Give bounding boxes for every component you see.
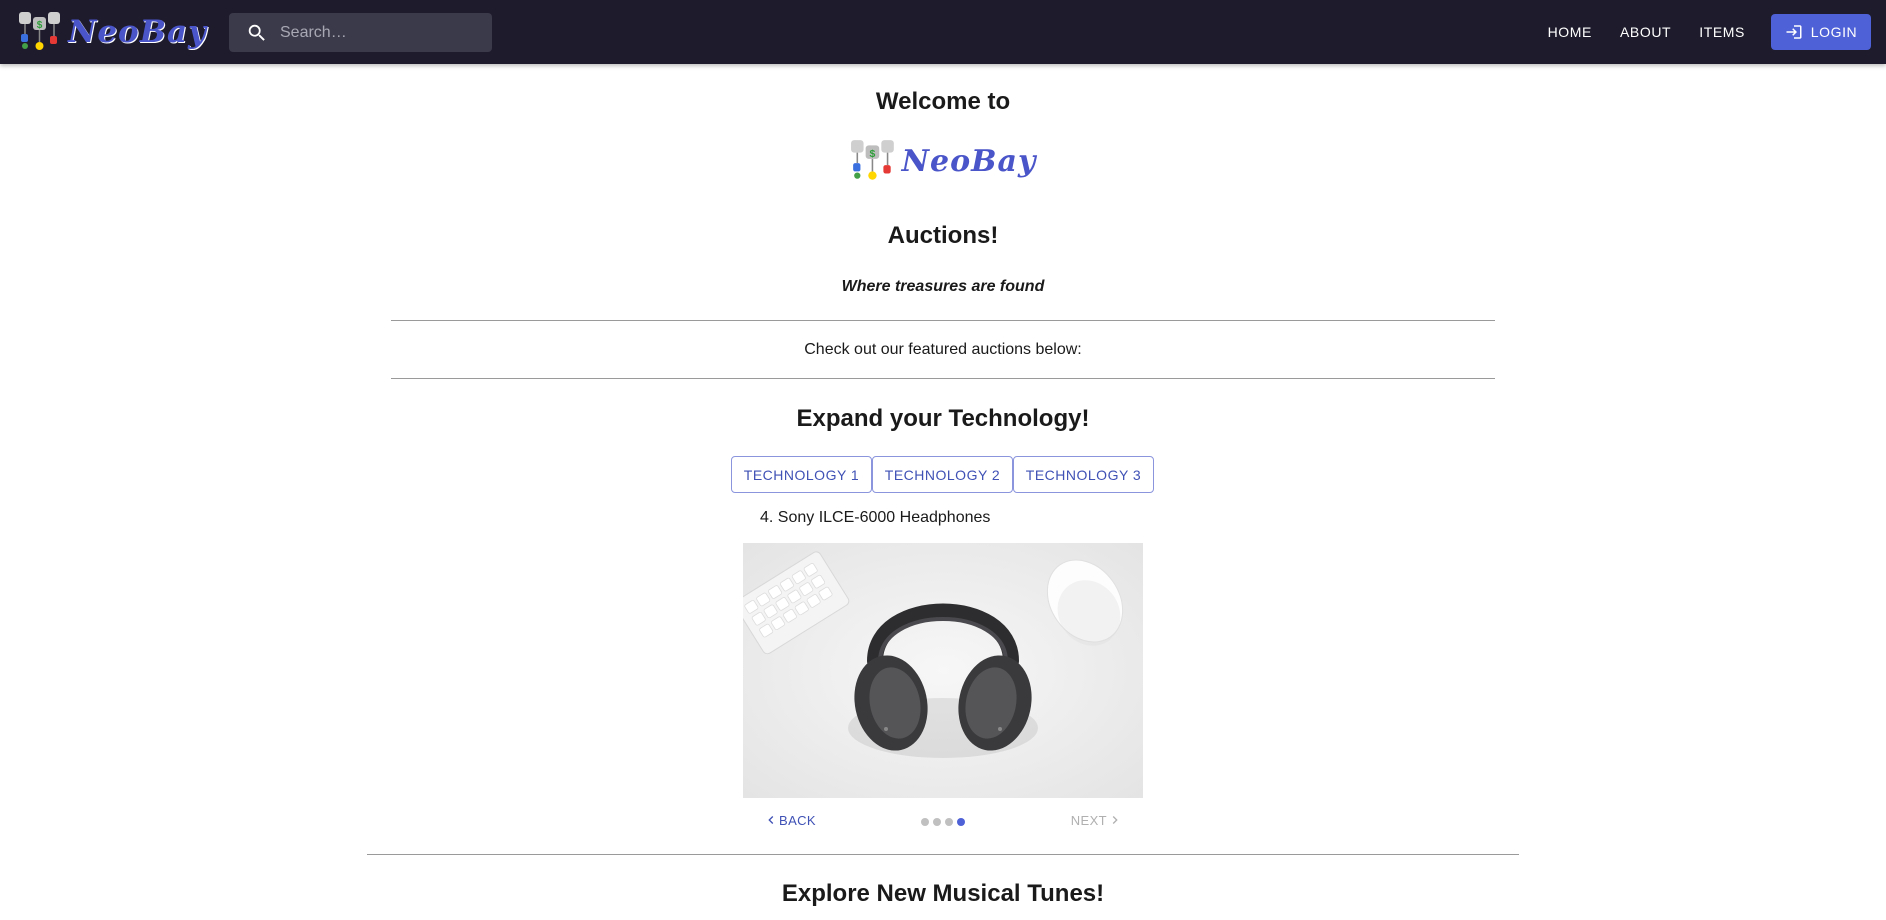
divider-top: [391, 320, 1495, 321]
logo-graphic: $: [19, 12, 60, 50]
app-bar: $ NeoBay HOME ABOUT ITEMS LOGIN: [0, 0, 1886, 64]
step-dot: [945, 818, 953, 826]
hero-wordmark: NeoBay: [901, 143, 1037, 179]
svg-text:$: $: [37, 20, 43, 31]
hero-logo: $ NeoBay: [0, 138, 1886, 184]
carousel-stepper: BACK NEXT: [743, 812, 1143, 832]
technology-tabs: TECHNOLOGY 1 TECHNOLOGY 2 TECHNOLOGY 3: [731, 456, 1154, 493]
step-dot-active: [957, 818, 965, 826]
tab-technology-1[interactable]: TECHNOLOGY 1: [731, 456, 872, 493]
tagline: Where treasures are found: [841, 278, 1045, 295]
featured-text: Check out our featured auctions below:: [804, 341, 1082, 358]
headphones-photo: [743, 543, 1143, 798]
brand-logo[interactable]: $ NeoBay: [18, 7, 207, 57]
search-input[interactable]: [278, 22, 482, 43]
back-button[interactable]: BACK: [763, 812, 816, 828]
svg-text:$: $: [869, 149, 875, 160]
next-label: NEXT: [1070, 812, 1107, 828]
chevron-left-icon: [768, 816, 774, 824]
tab-technology-2[interactable]: TECHNOLOGY 2: [872, 456, 1013, 493]
step-dot: [921, 818, 929, 826]
step-dot: [933, 818, 941, 826]
top-nav: HOME ABOUT ITEMS LOGIN: [1548, 0, 1886, 64]
nav-about-link[interactable]: ABOUT: [1620, 24, 1671, 40]
brand-wordmark: NeoBay: [68, 14, 208, 50]
divider-middle: [391, 378, 1495, 379]
nav-items-link[interactable]: ITEMS: [1699, 24, 1745, 40]
chevron-right-icon: [1112, 816, 1118, 824]
login-icon: [1786, 25, 1802, 39]
technology-heading: Expand your Technology!: [796, 405, 1090, 432]
login-button[interactable]: LOGIN: [1771, 14, 1871, 50]
next-button[interactable]: NEXT: [1071, 812, 1123, 828]
search-bar[interactable]: [229, 13, 492, 52]
product-image[interactable]: [743, 543, 1143, 798]
divider-bottom: [367, 854, 1519, 855]
tab-technology-3[interactable]: TECHNOLOGY 3: [1013, 456, 1154, 493]
search-icon: [248, 24, 265, 41]
back-label: BACK: [779, 812, 817, 828]
login-label: LOGIN: [1810, 24, 1858, 40]
auctions-heading: Auctions!: [887, 222, 999, 249]
hero-logo-graphic: $: [850, 140, 894, 180]
music-heading: Explore New Musical Tunes!: [781, 880, 1105, 907]
welcome-heading: Welcome to: [875, 88, 1011, 115]
nav-home-link[interactable]: HOME: [1548, 24, 1592, 40]
step-dots: [921, 818, 969, 826]
carousel-step-label: 4. Sony ILCE-6000 Headphones: [760, 509, 991, 526]
